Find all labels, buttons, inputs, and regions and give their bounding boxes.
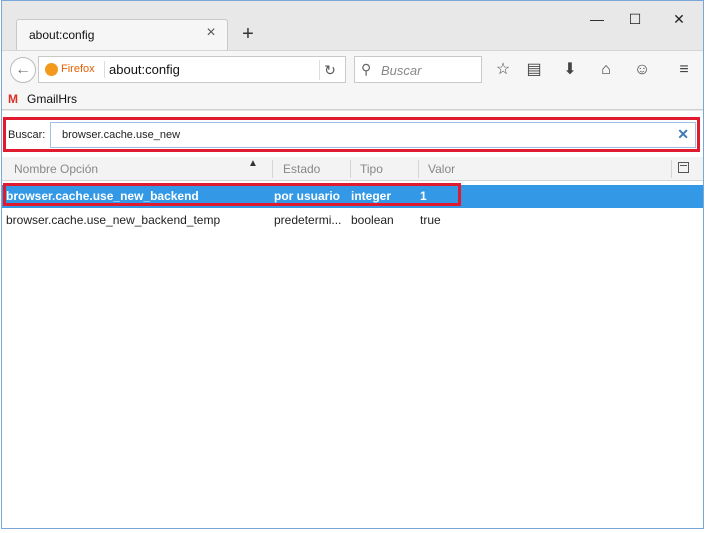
title-bar: about:config × + — ☐ ✕ (2, 1, 703, 50)
pref-type: boolean (351, 213, 394, 227)
firefox-window: about:config × + — ☐ ✕ ← Firefox about:c… (1, 0, 704, 529)
pref-value: true (420, 213, 441, 227)
minimize-button[interactable]: — (580, 7, 614, 31)
column-picker-icon[interactable] (678, 162, 689, 173)
pref-status: predetermi... (274, 213, 342, 227)
bookmarks-toolbar: M GmailHrs (2, 88, 703, 110)
clear-filter-icon[interactable]: ✕ (677, 126, 689, 143)
new-tab-button[interactable]: + (238, 24, 258, 44)
close-window-button[interactable]: ✕ (662, 7, 696, 31)
column-status[interactable]: Estado (283, 157, 320, 181)
table-row[interactable]: browser.cache.use_new_backend_temp prede… (2, 209, 703, 232)
about-config-page: Buscar: browser.cache.use_new ✕ Nombre O… (2, 111, 703, 528)
filter-input[interactable]: browser.cache.use_new ✕ (50, 122, 696, 148)
downloads-icon[interactable]: ⬇ (559, 59, 581, 81)
search-icon: ⚲ (361, 61, 372, 77)
column-divider[interactable] (418, 160, 419, 178)
firefox-logo-icon (45, 63, 58, 76)
tab-about-config[interactable]: about:config × (16, 19, 228, 50)
url-divider (104, 61, 105, 78)
sort-ascending-icon: ▲ (248, 158, 258, 169)
home-icon[interactable]: ⌂ (595, 59, 617, 81)
filter-value: browser.cache.use_new (62, 129, 181, 141)
column-value[interactable]: Valor (428, 157, 455, 181)
column-divider[interactable] (350, 160, 351, 178)
search-bar[interactable]: ⚲ Buscar (354, 56, 482, 83)
hello-icon[interactable]: ☺ (631, 59, 653, 81)
url-text[interactable]: about:config (109, 62, 180, 77)
back-arrow-icon[interactable]: ← (10, 57, 36, 83)
column-type[interactable]: Tipo (360, 157, 383, 181)
bookmark-gmailhrs[interactable]: GmailHrs (27, 92, 77, 106)
tab-close-icon[interactable]: × (203, 25, 219, 41)
reload-icon[interactable]: ↻ (319, 60, 340, 80)
url-bar[interactable]: Firefox about:config ↻ (38, 56, 346, 83)
reading-list-icon[interactable]: ▤ (523, 59, 545, 81)
menu-hamburger-icon[interactable]: ≡ (673, 59, 695, 81)
column-divider[interactable] (671, 160, 672, 178)
identity-label: Firefox (61, 63, 95, 75)
column-divider[interactable] (272, 160, 273, 178)
navigation-toolbar: ← Firefox about:config ↻ ⚲ Buscar ☆ ▤ ⬇ … (2, 50, 703, 88)
filter-label: Buscar: (8, 129, 46, 141)
pref-name: browser.cache.use_new_backend_temp (6, 213, 221, 227)
bookmark-star-icon[interactable]: ☆ (492, 59, 514, 81)
filter-bar: Buscar: browser.cache.use_new ✕ (3, 117, 700, 152)
column-header: Nombre Opción ▲ Estado Tipo Valor (2, 157, 703, 181)
annotation-highlight (3, 183, 461, 206)
search-placeholder: Buscar (381, 63, 422, 78)
column-name[interactable]: Nombre Opción (14, 157, 98, 181)
gmail-icon: M (8, 92, 18, 106)
tab-title: about:config (29, 28, 95, 42)
maximize-button[interactable]: ☐ (618, 7, 652, 31)
